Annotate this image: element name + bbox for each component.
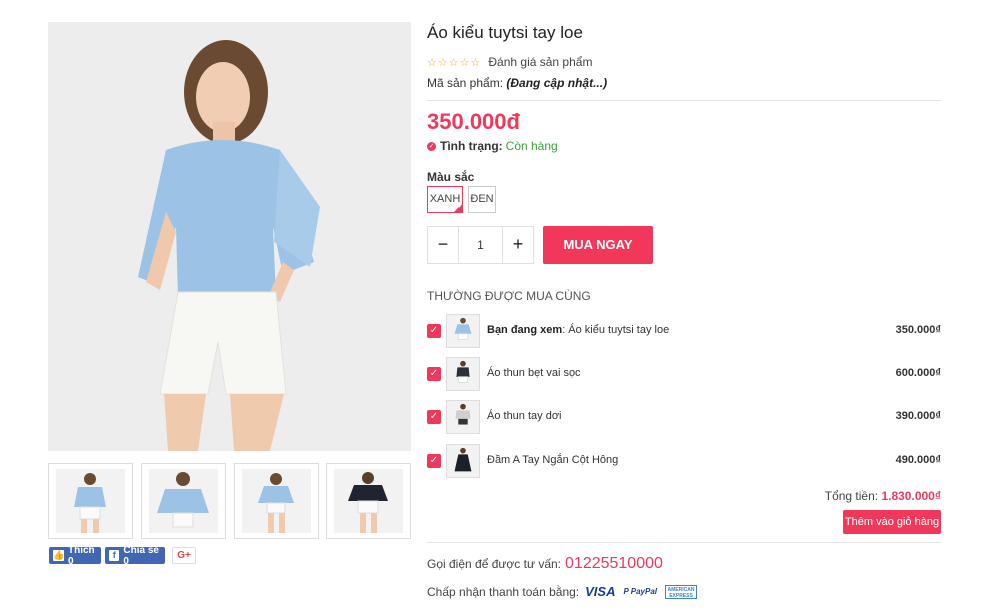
bundle-item-name[interactable]: Đầm A Tay Ngắn Cột Hông (487, 454, 618, 466)
bundle-item-price: 600.000₫ (895, 367, 941, 379)
share-label: Chia sẻ 0 (123, 544, 159, 567)
bundle-checkbox[interactable]: ✓ (427, 410, 441, 424)
thumbnail-image (56, 469, 125, 533)
rating[interactable]: ☆ ☆ ☆ ☆ ☆ Đánh giá sản phẩm (427, 55, 592, 69)
thumbnail-2[interactable] (141, 463, 226, 539)
color-option-den[interactable]: ĐEN (468, 186, 496, 213)
product-sku: Mã sản phẩm: (Đang cập nhật...) (427, 76, 607, 90)
facebook-icon: f (109, 550, 120, 561)
bundle-item-name[interactable]: Áo thun tay dơi (487, 410, 561, 422)
decrease-quantity-button[interactable]: − (428, 227, 458, 263)
bundle-checkbox[interactable]: ✓ (427, 454, 441, 468)
google-plus-button[interactable]: G+ (172, 547, 196, 564)
bundle-item-name[interactable]: Áo thun bẹt vai sọc (487, 367, 581, 379)
payment-label: Chấp nhận thanh toán bằng: (427, 584, 580, 599)
divider (427, 542, 941, 543)
thumbnail-3[interactable] (234, 463, 319, 539)
total-value: 1.830.000₫ (881, 489, 941, 503)
bundle-item: ✓ Bạn đang xem: Áo kiểu tuytsi tay loe 3… (427, 314, 941, 350)
facebook-like-button[interactable]: 👍 Thích 0 (49, 544, 101, 567)
thumbnail-image (334, 469, 403, 533)
amex-logo: AMERICAN EXPRESS (665, 584, 697, 599)
rating-link[interactable]: Đánh giá sản phẩm (488, 55, 592, 69)
star-icon[interactable]: ☆ (449, 56, 459, 69)
model-photo (48, 22, 411, 451)
color-option-label: ĐEN (470, 193, 494, 205)
star-icon[interactable]: ☆ (427, 56, 437, 69)
star-icon[interactable]: ☆ (438, 56, 448, 69)
color-label: Màu sắc (427, 170, 475, 184)
rating-stars[interactable]: ☆ ☆ ☆ ☆ ☆ (427, 56, 480, 69)
bundle-item-price: 390.000₫ (895, 410, 941, 422)
bundle-item: ✓ Áo thun tay dơi 390.000₫ (427, 400, 941, 436)
status-label: Tình trạng: (440, 139, 503, 153)
contact-label: Gọi điện để được tư vấn: (427, 557, 562, 571)
bundle-item-price: 350.000₫ (895, 324, 941, 336)
increase-quantity-button[interactable]: + (503, 227, 533, 263)
facebook-share-button[interactable]: f Chia sẻ 0 (105, 544, 165, 567)
product-title: Áo kiểu tuytsi tay loe (427, 23, 583, 42)
status-value: Còn hàng (505, 139, 558, 153)
thumbnail-strip (48, 463, 411, 539)
phone-number-link[interactable]: 01225510000 (565, 555, 663, 573)
bundle-current-label: Bạn đang xem (487, 324, 563, 336)
sku-label: Mã sản phẩm: (427, 76, 504, 90)
paypal-logo: P PayPal (623, 587, 657, 596)
star-icon[interactable]: ☆ (471, 56, 481, 69)
add-to-cart-button[interactable]: Thêm vào giỏ hàng (843, 510, 941, 534)
buy-now-button[interactable]: MUA NGAY (543, 226, 653, 264)
bundle-item-image[interactable] (446, 314, 480, 348)
quantity-input[interactable]: 1 (458, 227, 503, 263)
like-label: Thích 0 (68, 544, 95, 567)
stock-status: ✓ Tình trạng: Còn hàng (427, 139, 558, 153)
divider (427, 100, 941, 101)
quantity-stepper: − 1 + (427, 226, 534, 264)
bundle-item: ✓ Đầm A Tay Ngắn Cột Hông 490.000₫ (427, 444, 941, 480)
thumbs-up-icon: 👍 (53, 550, 65, 561)
thumbnail-image (149, 469, 218, 533)
star-icon[interactable]: ☆ (460, 56, 470, 69)
color-option-xanh[interactable]: XANH (427, 186, 463, 213)
bundle-item-name[interactable]: Bạn đang xem: Áo kiểu tuytsi tay loe (487, 324, 669, 336)
bundle-item-image[interactable] (446, 400, 480, 434)
visa-logo: VISA (585, 584, 616, 599)
selected-check-icon (453, 203, 463, 213)
bundle-item-image[interactable] (446, 357, 480, 391)
bundle-checkbox[interactable]: ✓ (427, 324, 441, 338)
bundle-item-image[interactable] (446, 444, 480, 478)
bundle-item-price: 490.000₫ (895, 454, 941, 466)
thumbnail-4[interactable] (326, 463, 411, 539)
payment-methods: Chấp nhận thanh toán bằng: VISA P PayPal… (427, 584, 697, 599)
total-label: Tổng tiền: (824, 489, 879, 503)
sku-value: (Đang cập nhật...) (506, 76, 608, 90)
main-product-image[interactable] (48, 22, 411, 451)
bundle-total: Tổng tiền: 1.830.000₫ (825, 489, 941, 503)
bundle-checkbox[interactable]: ✓ (427, 367, 441, 381)
bundle-heading: THƯỜNG ĐƯỢC MUA CÙNG (427, 289, 591, 303)
bundle-item-title: : Áo kiểu tuytsi tay loe (562, 324, 670, 336)
contact-line: Gọi điện để được tư vấn: 01225510000 (427, 555, 663, 573)
thumbnail-image (242, 469, 311, 533)
check-circle-icon: ✓ (427, 141, 436, 151)
bundle-item: ✓ Áo thun bẹt vai sọc 600.000₫ (427, 357, 941, 393)
thumbnail-1[interactable] (48, 463, 133, 539)
product-price: 350.000đ (427, 109, 520, 134)
